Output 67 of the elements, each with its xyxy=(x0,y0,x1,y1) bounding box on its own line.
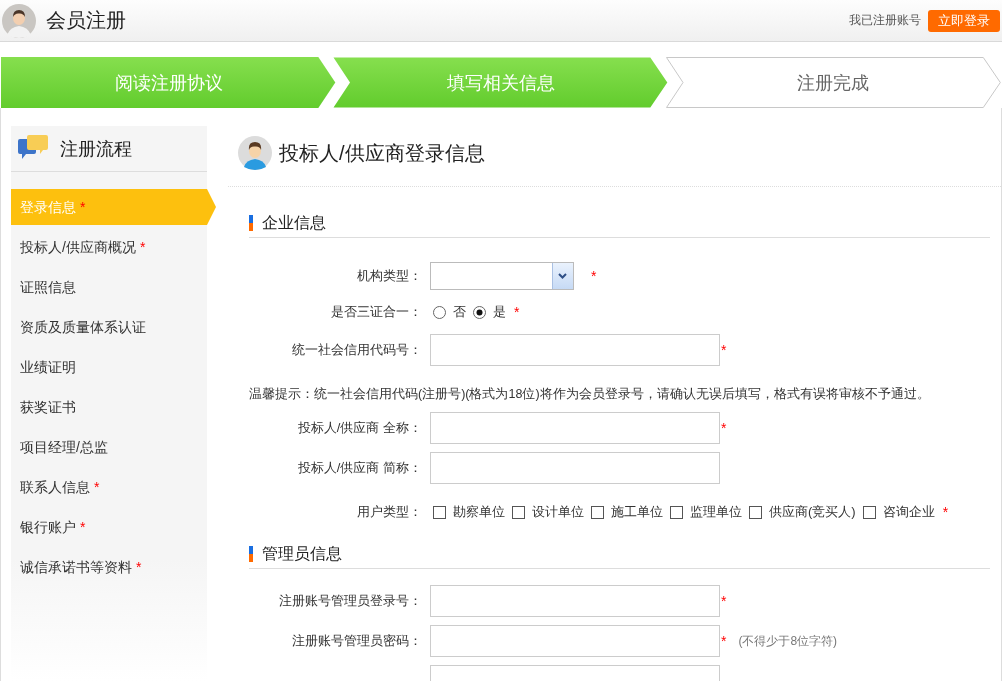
required-mark: * xyxy=(721,593,727,609)
input-field[interactable] xyxy=(430,585,720,617)
radio-button[interactable] xyxy=(433,305,446,319)
sidebar-item[interactable]: 资质及质量体系认证 xyxy=(11,309,216,345)
required-mark: * xyxy=(94,479,100,495)
required-mark: * xyxy=(721,342,727,358)
checkbox[interactable] xyxy=(591,505,604,519)
radio-button[interactable] xyxy=(473,305,486,319)
caret-icon xyxy=(552,263,573,289)
field-label: 注册账号管理员密码： xyxy=(291,632,422,650)
section-marker-icon xyxy=(249,215,253,231)
section-heading: 企业信息 xyxy=(262,212,326,233)
select-field[interactable] xyxy=(430,262,574,290)
hint-text: 温馨提示：统一社会信用代码(注册号)(格式为18位)将作为会员登录号，请确认无误后填写，格式有误将审核不予通过。 xyxy=(249,385,930,403)
checkbox[interactable] xyxy=(433,505,446,519)
required-mark: * xyxy=(136,559,142,575)
progress-step: 阅读注册协议 xyxy=(1,57,337,108)
required-mark: * xyxy=(80,199,86,215)
sidebar-item[interactable]: 证照信息 xyxy=(11,269,216,305)
field-label: 投标人/供应商 简称： xyxy=(296,459,422,477)
sidebar-item[interactable]: 诚信承诺书等资料 * xyxy=(11,549,216,585)
field-label: 用户类型： xyxy=(356,503,422,521)
checkbox[interactable] xyxy=(749,505,762,519)
required-mark: * xyxy=(942,504,949,520)
checkbox[interactable] xyxy=(862,505,876,519)
input-field[interactable] xyxy=(430,334,720,366)
sidebar-item[interactable]: 获奖证书 xyxy=(11,389,216,425)
sidebar-item[interactable]: 项目经理/总监 xyxy=(11,429,216,465)
required-mark: * xyxy=(591,268,597,284)
required-mark: * xyxy=(721,633,727,649)
sidebar-item[interactable]: 联系人信息 * xyxy=(11,469,216,505)
option-label: 咨询企业 xyxy=(882,503,935,521)
required-mark: * xyxy=(139,239,146,255)
form-title: 投标人/供应商登录信息 xyxy=(279,140,485,166)
required-mark: * xyxy=(514,304,520,320)
option-label: 是 xyxy=(493,303,506,321)
option-label: 勘察单位 xyxy=(453,503,505,521)
page-title: 会员注册 xyxy=(46,8,126,33)
option-label: 供应商(竞买人) xyxy=(769,503,856,521)
login-prompt: 我已注册账号 xyxy=(849,12,921,29)
sidebar-item[interactable]: 业绩证明 xyxy=(11,349,216,385)
option-label: 否 xyxy=(453,303,466,321)
field-label: 是否三证合一： xyxy=(330,303,422,321)
sidebar-item[interactable]: 投标人/供应商概况 * xyxy=(11,229,216,265)
sidebar-title: 注册流程 xyxy=(60,137,132,161)
checkbox[interactable] xyxy=(670,505,683,519)
progress-step: 填写相关信息 xyxy=(333,57,669,108)
field-label: 投标人/供应商 全称： xyxy=(296,419,422,437)
required-mark: * xyxy=(721,420,727,436)
progress-step: 注册完成 xyxy=(665,57,1001,108)
hint-text: (不得少于8位字符) xyxy=(738,632,838,650)
field-label: 注册账号管理员登录号： xyxy=(278,592,422,610)
field-label: 机构类型： xyxy=(356,267,422,285)
option-label: 监理单位 xyxy=(690,503,742,521)
field-label: 统一社会信用代码号： xyxy=(291,341,422,359)
section-marker-icon xyxy=(249,546,253,562)
required-mark: * xyxy=(80,519,86,535)
section-heading: 管理员信息 xyxy=(262,543,342,564)
option-label: 设计单位 xyxy=(532,503,584,521)
input-field[interactable] xyxy=(430,625,720,657)
option-label: 施工单位 xyxy=(611,503,663,521)
checkbox[interactable] xyxy=(512,505,525,519)
sidebar-item[interactable]: 银行账户 * xyxy=(11,509,216,545)
avatar-icon xyxy=(2,3,36,38)
avatar-icon xyxy=(238,136,272,170)
input-field[interactable] xyxy=(430,412,720,444)
input-field[interactable] xyxy=(430,452,720,484)
